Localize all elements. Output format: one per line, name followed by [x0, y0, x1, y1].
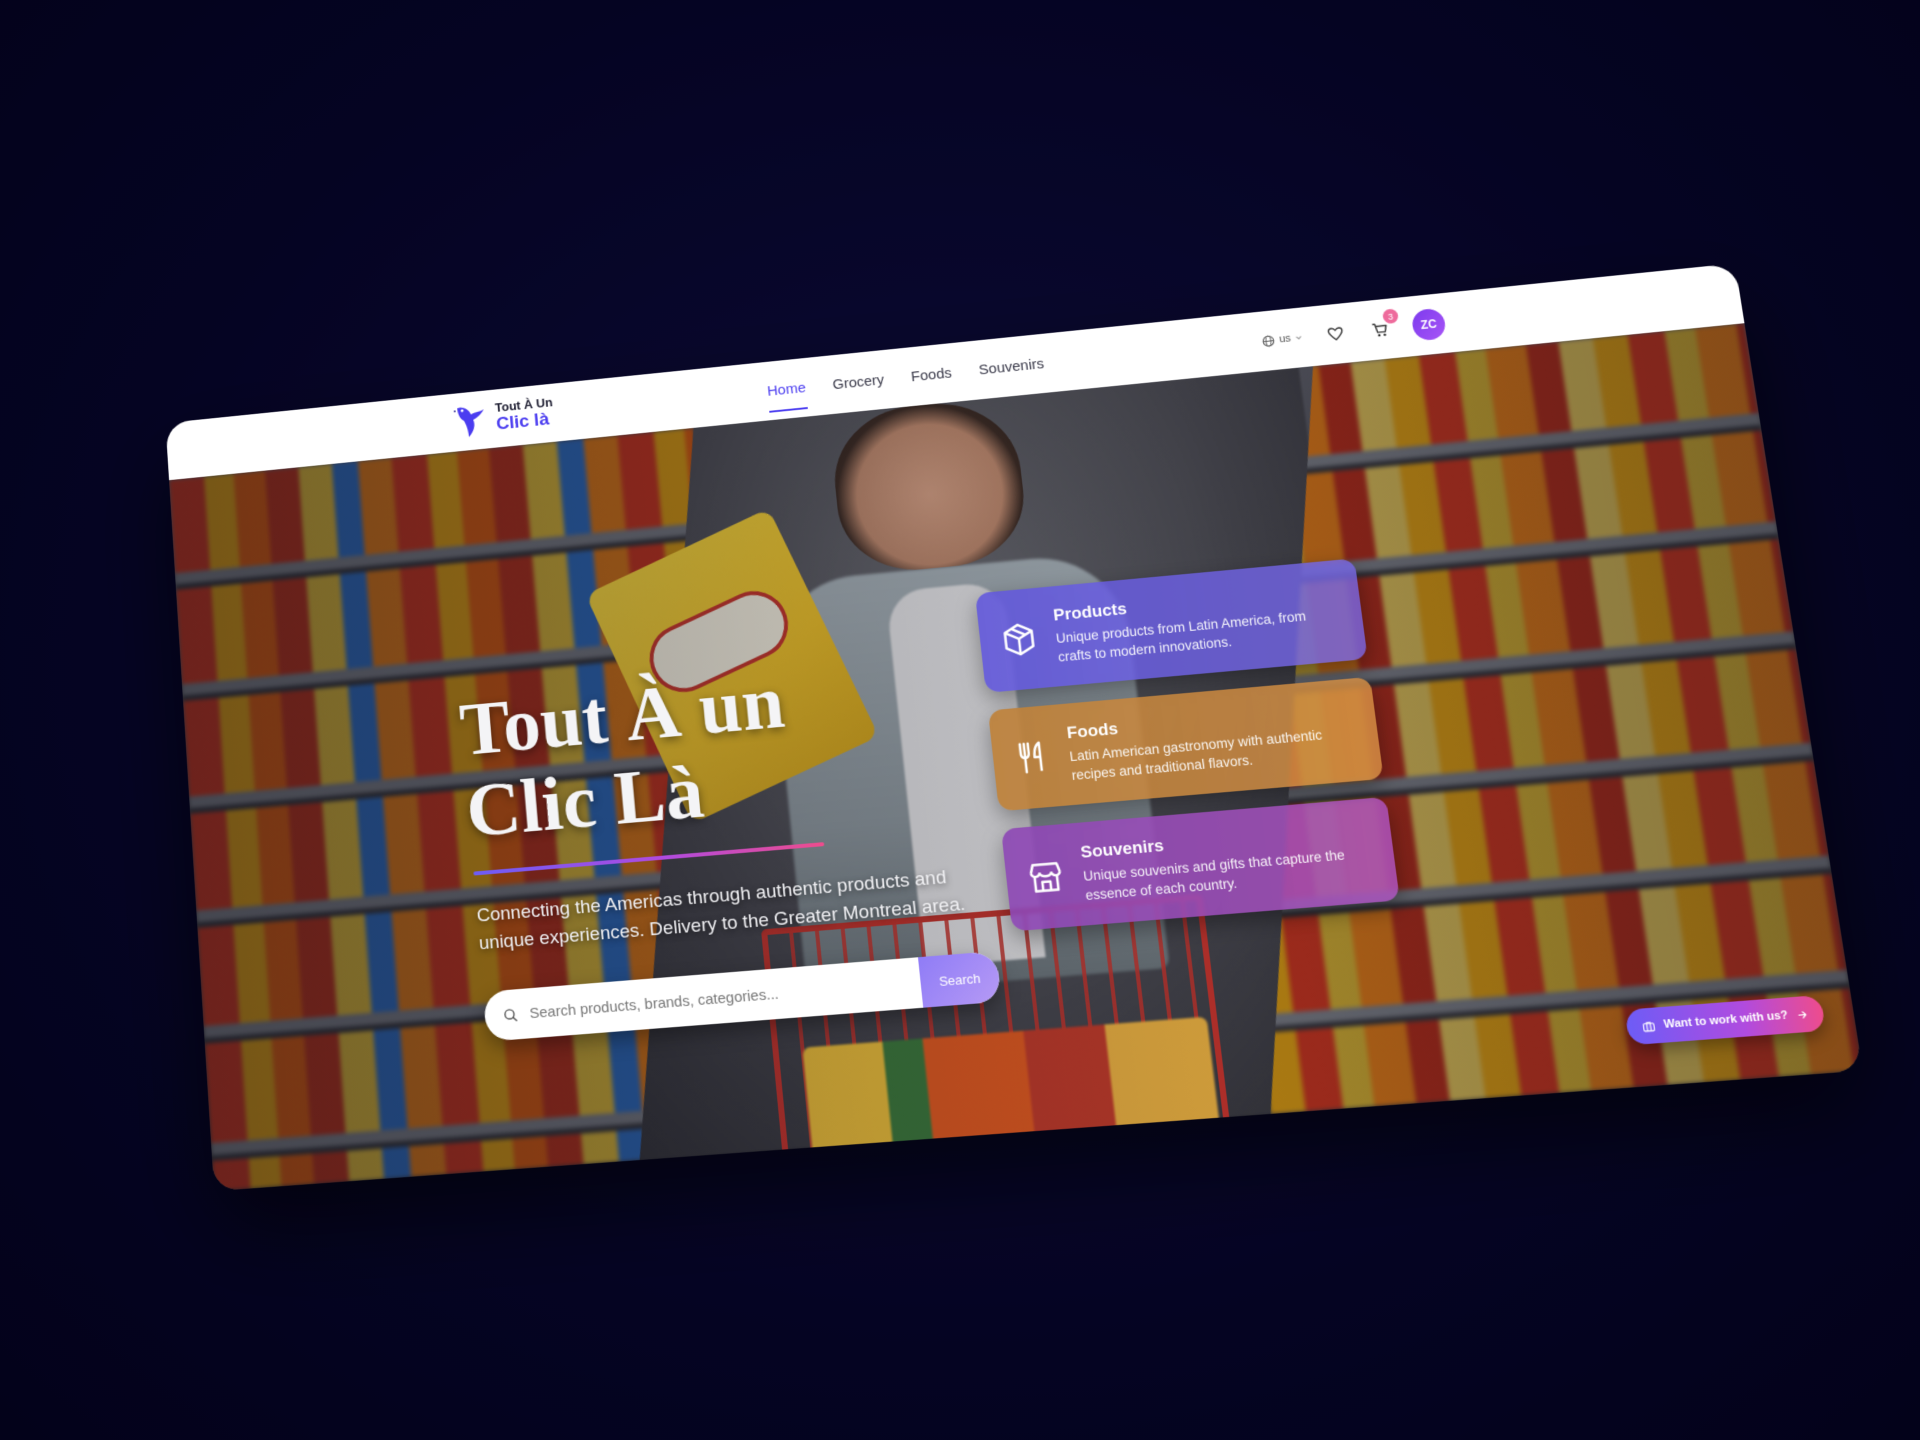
hummingbird-logo-icon	[453, 405, 486, 439]
category-card-souvenirs[interactable]: Souvenirs Unique souvenirs and gifts tha…	[1001, 796, 1400, 932]
category-card-text: Souvenirs Unique souvenirs and gifts tha…	[1079, 818, 1376, 905]
wishlist-button[interactable]	[1323, 322, 1348, 345]
backdrop: Tout À Un Clic là Home Grocery Foods Sou…	[0, 0, 1920, 1440]
category-card-text: Products Unique products from Latin Amer…	[1052, 579, 1345, 666]
store-icon	[1025, 856, 1068, 897]
nav-item-foods[interactable]: Foods	[910, 359, 953, 390]
nav-item-souvenirs[interactable]: Souvenirs	[977, 350, 1045, 384]
category-card-text: Foods Latin American gastronomy with aut…	[1066, 698, 1361, 785]
site-logo[interactable]: Tout À Un Clic là	[453, 393, 555, 440]
browser-frame-wrap: Tout À Un Clic là Home Grocery Foods Sou…	[165, 263, 1863, 1192]
language-code: us	[1278, 332, 1292, 346]
briefcase-icon	[1641, 1019, 1657, 1034]
work-with-us-label: Want to work with us?	[1662, 1009, 1789, 1032]
hero-title: Tout À un Clic Là	[457, 653, 879, 853]
language-selector[interactable]: us	[1261, 331, 1303, 347]
cart-button[interactable]: 3	[1367, 308, 1399, 341]
logo-text: Tout À Un Clic là	[494, 395, 554, 435]
search-icon	[490, 1005, 530, 1025]
globe-icon	[1261, 334, 1276, 348]
category-card-foods[interactable]: Foods Latin American gastronomy with aut…	[987, 676, 1384, 812]
browser-frame: Tout À Un Clic là Home Grocery Foods Sou…	[165, 263, 1863, 1192]
utensils-icon	[1011, 737, 1053, 778]
heart-icon	[1325, 324, 1345, 343]
logo-line-2: Clic là	[495, 409, 550, 435]
arrow-right-icon	[1795, 1008, 1809, 1020]
user-avatar[interactable]: ZC	[1410, 307, 1448, 342]
nav-item-home[interactable]: Home	[766, 374, 807, 405]
nav-item-grocery[interactable]: Grocery	[831, 366, 885, 398]
chevron-down-icon	[1294, 333, 1303, 341]
category-cards: Products Unique products from Latin Amer…	[974, 558, 1402, 949]
box-icon	[998, 619, 1040, 659]
